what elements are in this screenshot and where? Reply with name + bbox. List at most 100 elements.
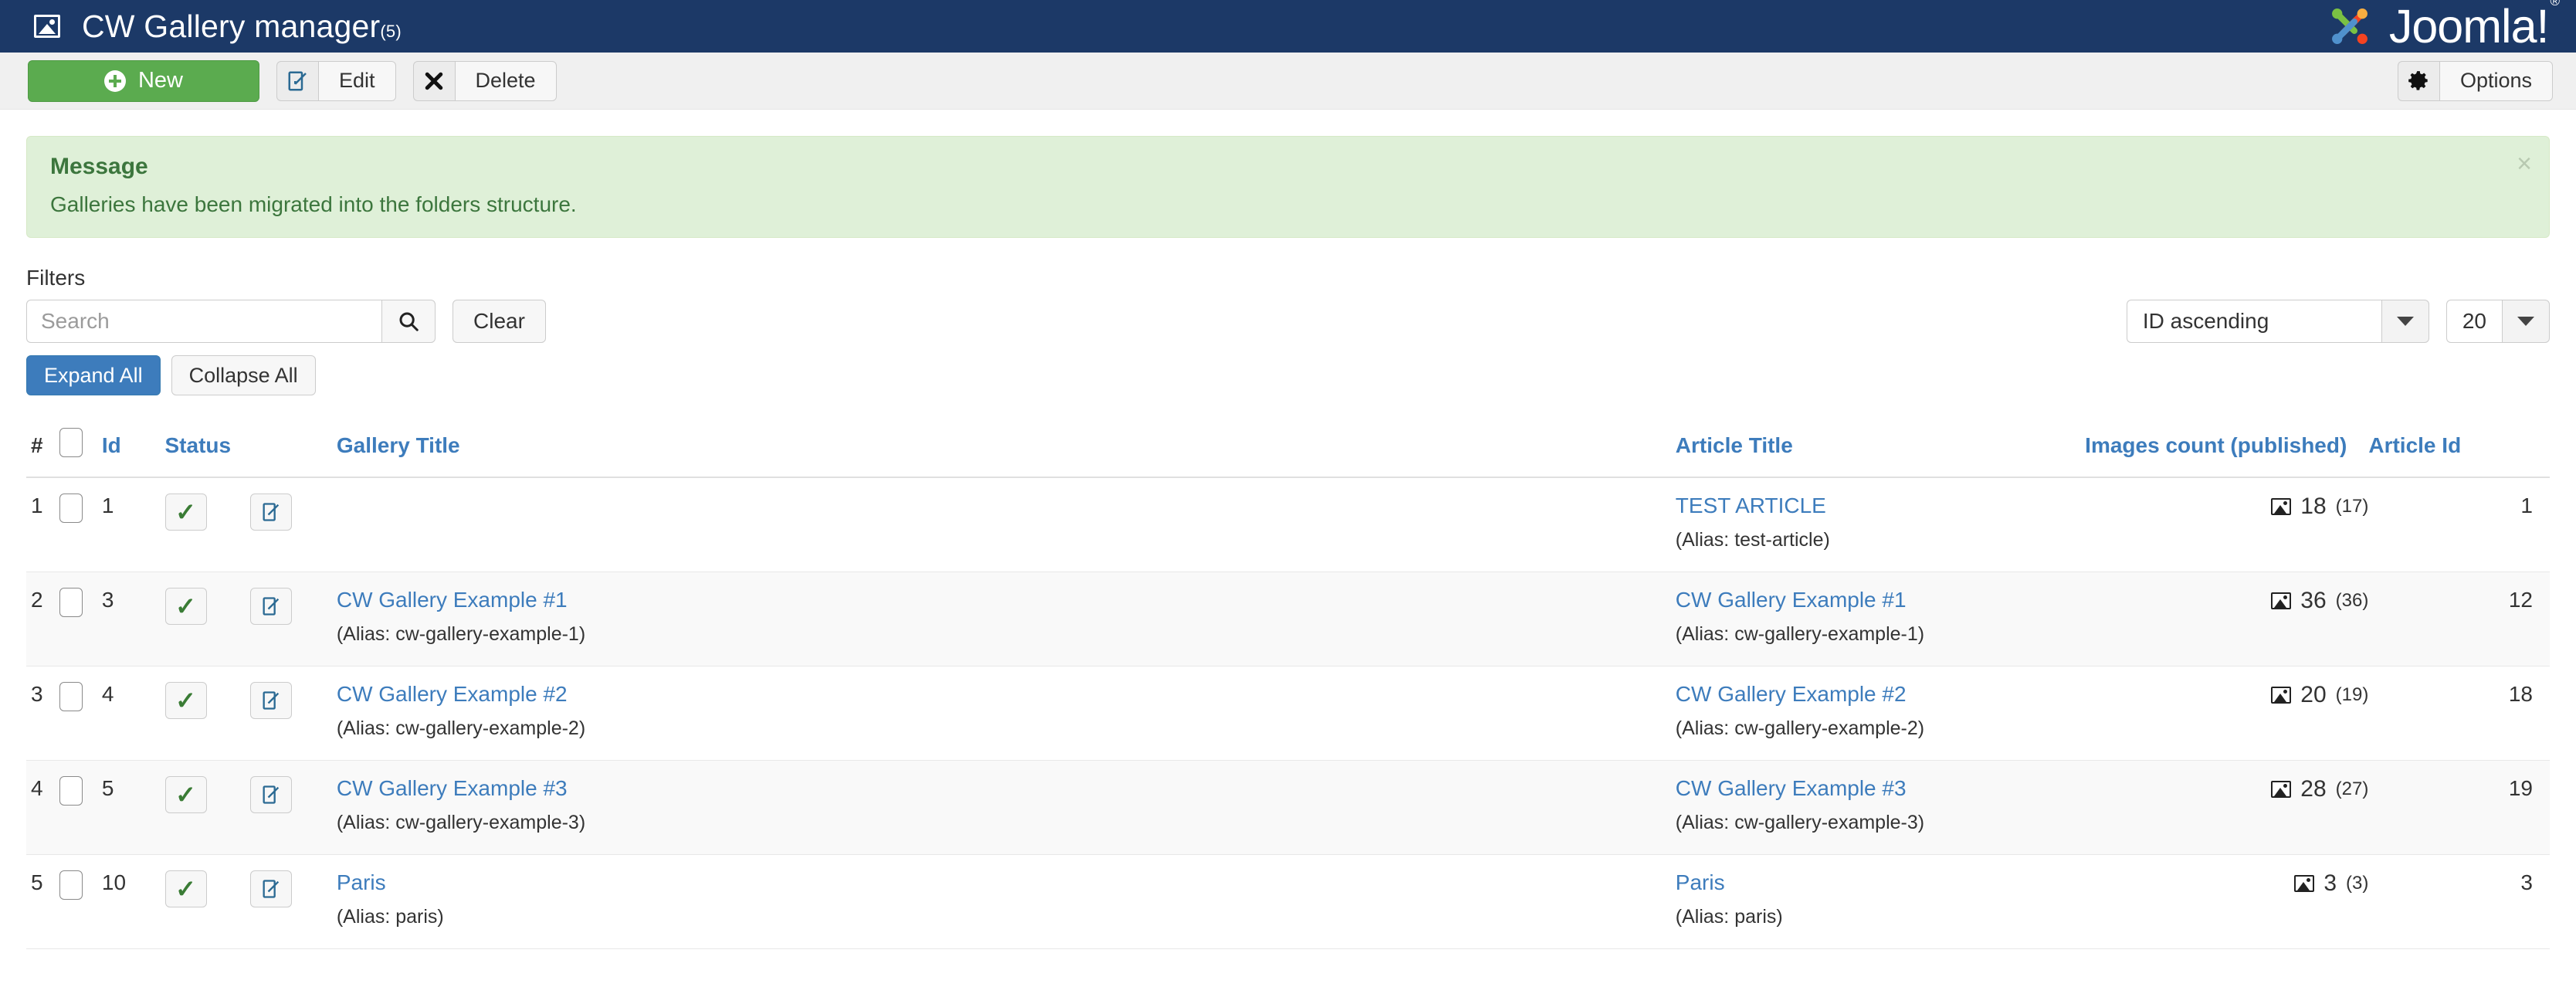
row-images-count-cell: 20 (19) bbox=[2085, 666, 2369, 761]
image-icon bbox=[2271, 498, 2292, 515]
new-button-label: New bbox=[137, 68, 183, 93]
images-count-published: (17) bbox=[2335, 496, 2369, 517]
image-icon bbox=[2271, 592, 2292, 609]
options-button[interactable]: Options bbox=[2397, 60, 2553, 101]
table-body: 1 1 ✓ TEST ARTICLE (Alias: test-article) 18 (1… bbox=[26, 477, 2550, 949]
row-status-cell: ✓ bbox=[164, 572, 250, 667]
article-title-link[interactable]: CW Gallery Example #1 bbox=[1676, 588, 1907, 612]
row-checkbox-cell bbox=[59, 572, 102, 667]
delete-button[interactable]: Delete bbox=[412, 60, 557, 101]
image-icon bbox=[2271, 687, 2292, 704]
edit-button-label: Edit bbox=[318, 60, 396, 101]
article-title-link[interactable]: TEST ARTICLE bbox=[1676, 494, 1826, 517]
status-published-button[interactable]: ✓ bbox=[164, 776, 207, 813]
check-icon: ✓ bbox=[175, 498, 196, 526]
row-edit-button[interactable] bbox=[249, 682, 292, 719]
content-area: Message Galleries have been migrated int… bbox=[0, 136, 2576, 949]
page-title-text: CW Gallery manager bbox=[82, 8, 381, 44]
close-x-icon bbox=[412, 60, 455, 101]
column-header-images-count[interactable]: Images count (published) bbox=[2085, 419, 2369, 478]
column-header-article-id[interactable]: Article Id bbox=[2368, 419, 2550, 478]
table-row: 1 1 ✓ TEST ARTICLE (Alias: test-article) 18 (1… bbox=[26, 477, 2550, 572]
row-number: 2 bbox=[26, 572, 59, 667]
article-title-link[interactable]: CW Gallery Example #2 bbox=[1676, 682, 1907, 706]
joomla-wordmark: Joomla! ® bbox=[2388, 0, 2560, 53]
row-checkbox-cell bbox=[59, 666, 102, 761]
column-header-article-title[interactable]: Article Title bbox=[1675, 419, 2086, 478]
table-row: 4 5 ✓ CW Gallery Example #3 (Alias: cw-galle… bbox=[26, 760, 2550, 855]
images-count-published: (36) bbox=[2335, 590, 2369, 611]
row-checkbox-cell bbox=[59, 477, 102, 572]
row-checkbox[interactable] bbox=[59, 776, 83, 806]
row-checkbox-cell bbox=[59, 760, 102, 855]
column-header-gallery-title[interactable]: Gallery Title bbox=[336, 419, 1676, 478]
filters-label: Filters bbox=[26, 266, 86, 290]
sort-select-value: ID ascending bbox=[2126, 300, 2381, 343]
row-number: 1 bbox=[26, 477, 59, 572]
row-checkbox[interactable] bbox=[59, 682, 83, 711]
image-icon bbox=[34, 15, 60, 38]
search-group bbox=[26, 300, 436, 343]
chevron-down-icon[interactable] bbox=[2381, 300, 2429, 343]
article-title-link[interactable]: Paris bbox=[1676, 870, 1725, 894]
row-edit-button[interactable] bbox=[249, 776, 292, 813]
select-all-checkbox[interactable] bbox=[59, 428, 83, 457]
gallery-title-link[interactable]: CW Gallery Example #2 bbox=[337, 682, 568, 706]
sort-select[interactable]: ID ascending bbox=[2126, 300, 2429, 343]
row-id: 4 bbox=[101, 666, 165, 761]
row-edit-cell bbox=[249, 760, 337, 855]
row-id: 5 bbox=[101, 760, 165, 855]
gear-icon bbox=[2397, 60, 2439, 101]
alert-close-icon[interactable]: × bbox=[2517, 151, 2532, 177]
row-article-id: 18 bbox=[2368, 666, 2550, 761]
row-edit-button[interactable] bbox=[249, 870, 292, 907]
clear-button-label: Clear bbox=[473, 309, 525, 333]
row-images-count-cell: 36 (36) bbox=[2085, 572, 2369, 667]
status-published-button[interactable]: ✓ bbox=[164, 588, 207, 625]
check-icon: ✓ bbox=[175, 592, 196, 620]
chevron-down-icon[interactable] bbox=[2502, 300, 2550, 343]
images-count-published: (27) bbox=[2335, 778, 2369, 799]
row-images-count-cell: 28 (27) bbox=[2085, 760, 2369, 855]
page-title-wrap: CW Gallery manager(5) bbox=[34, 8, 402, 45]
collapse-all-button[interactable]: Collapse All bbox=[171, 355, 316, 395]
row-images-count-cell: 3 (3) bbox=[2085, 854, 2369, 949]
column-header-status[interactable]: Status bbox=[164, 419, 250, 478]
row-checkbox[interactable] bbox=[59, 588, 83, 617]
row-article-title-cell: Paris (Alias: paris) bbox=[1675, 854, 2086, 949]
row-gallery-title-cell: CW Gallery Example #3 (Alias: cw-gallery-… bbox=[336, 760, 1676, 855]
row-edit-button[interactable] bbox=[249, 588, 292, 625]
row-gallery-title-cell bbox=[336, 477, 1676, 572]
edit-button[interactable]: Edit bbox=[276, 60, 396, 101]
status-published-button[interactable]: ✓ bbox=[164, 494, 207, 531]
row-checkbox[interactable] bbox=[59, 870, 83, 900]
gallery-title-link[interactable]: Paris bbox=[337, 870, 386, 894]
column-header-id[interactable]: Id bbox=[101, 419, 165, 478]
column-header-checkall bbox=[59, 419, 102, 478]
gallery-alias: (Alias: paris) bbox=[336, 906, 444, 928]
delete-button-label: Delete bbox=[454, 60, 557, 101]
article-title-link[interactable]: CW Gallery Example #3 bbox=[1676, 776, 1907, 800]
new-button[interactable]: New bbox=[28, 59, 259, 102]
gallery-title-link[interactable]: CW Gallery Example #1 bbox=[337, 588, 568, 612]
search-button[interactable] bbox=[381, 300, 436, 343]
row-article-title-cell: CW Gallery Example #1 (Alias: cw-gallery-… bbox=[1675, 572, 2086, 667]
row-edit-button[interactable] bbox=[249, 494, 292, 531]
row-id: 10 bbox=[101, 854, 165, 949]
images-count-total: 20 bbox=[2300, 682, 2327, 707]
gallery-title-link[interactable]: CW Gallery Example #3 bbox=[337, 776, 568, 800]
search-input[interactable] bbox=[26, 300, 381, 343]
images-count-total: 18 bbox=[2300, 494, 2327, 519]
clear-button[interactable]: Clear bbox=[452, 300, 546, 343]
status-published-button[interactable]: ✓ bbox=[164, 682, 207, 719]
row-article-title-cell: TEST ARTICLE (Alias: test-article) bbox=[1675, 477, 2086, 572]
column-header-edit bbox=[249, 419, 337, 478]
filters-right-group: ID ascending 20 bbox=[2126, 300, 2550, 343]
expand-all-button[interactable]: Expand All bbox=[26, 355, 161, 395]
limit-select[interactable]: 20 bbox=[2446, 300, 2550, 343]
row-checkbox[interactable] bbox=[59, 494, 83, 523]
status-published-button[interactable]: ✓ bbox=[164, 870, 207, 907]
joomla-wordmark-text: Joomla! bbox=[2388, 0, 2550, 53]
images-count-published: (19) bbox=[2335, 684, 2369, 705]
row-id: 1 bbox=[101, 477, 165, 572]
